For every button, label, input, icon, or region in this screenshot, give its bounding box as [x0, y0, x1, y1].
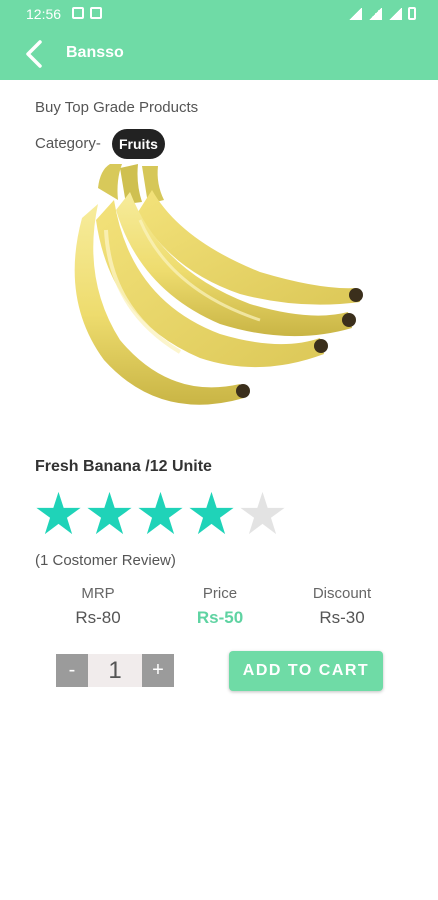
price-column: Price Rs-50	[160, 585, 280, 628]
quantity-value[interactable]: 1	[88, 654, 142, 687]
decrease-quantity-button[interactable]: -	[56, 654, 88, 687]
back-arrow-icon	[26, 40, 42, 68]
category-label: Category-	[35, 135, 101, 152]
signal-icon	[368, 7, 382, 20]
signal-icon	[388, 7, 402, 20]
star-filled-icon[interactable]	[188, 490, 235, 537]
quantity-stepper: - 1 +	[56, 654, 174, 687]
star-empty-icon[interactable]	[239, 490, 286, 537]
price-value: Rs-50	[196, 608, 244, 627]
app-title: Bansso	[66, 44, 124, 61]
status-bar: 12:56	[0, 0, 438, 28]
mrp-label: MRP	[81, 585, 115, 602]
category-chip[interactable]: Fruits	[112, 129, 165, 159]
system-icons	[348, 7, 416, 20]
add-to-cart-button[interactable]: ADD TO CART	[229, 651, 383, 691]
product-name: Fresh Banana /12 Unite	[35, 458, 212, 475]
notification-icons	[72, 7, 102, 19]
price-label: Price	[202, 585, 238, 602]
rating-stars	[35, 490, 286, 537]
battery-icon	[408, 7, 416, 20]
product-image	[74, 164, 363, 405]
star-filled-icon[interactable]	[35, 490, 82, 537]
review-count[interactable]: (1 Costomer Review)	[35, 552, 176, 569]
discount-label: Discount	[312, 585, 372, 602]
app-bar: Bansso	[0, 28, 438, 80]
mrp-value: Rs-80	[75, 608, 121, 627]
discount-value: Rs-30	[319, 608, 365, 627]
gallery-icon	[72, 7, 84, 19]
star-filled-icon[interactable]	[86, 490, 133, 537]
status-time: 12:56	[26, 6, 62, 22]
mrp-column: MRP Rs-80	[38, 585, 158, 628]
back-button[interactable]	[18, 36, 52, 72]
signal-icon	[348, 7, 362, 20]
message-icon	[90, 7, 102, 19]
page-subtitle: Buy Top Grade Products	[35, 99, 199, 116]
star-filled-icon[interactable]	[137, 490, 184, 537]
increase-quantity-button[interactable]: +	[142, 654, 174, 687]
discount-column: Discount Rs-30	[282, 585, 402, 628]
